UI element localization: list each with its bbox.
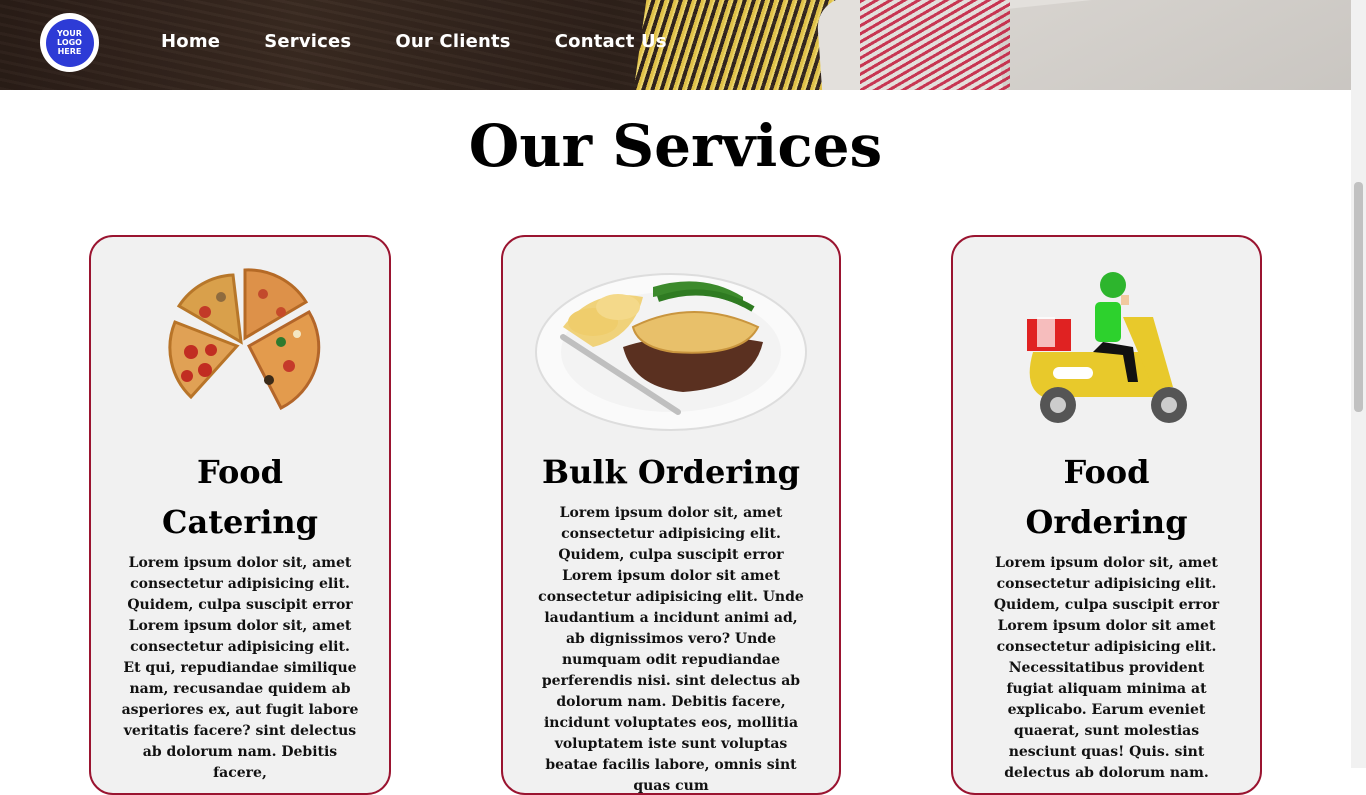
service-card-food-ordering: Food Ordering Lorem ipsum dolor sit, ame… (951, 235, 1262, 795)
pie-plate-icon (535, 273, 807, 431)
card-title: Food Ordering (1025, 453, 1188, 541)
main-nav: Home Services Our Clients Contact Us (161, 31, 711, 52)
cloth-stripe (860, 0, 1010, 90)
card-title: Food Catering (162, 453, 318, 541)
nav-contact-us[interactable]: Contact Us (555, 31, 667, 52)
service-card-food-catering: Food Catering Lorem ipsum dolor sit, ame… (89, 235, 391, 795)
scrollbar[interactable] (1351, 0, 1366, 768)
card-title: Bulk Ordering (542, 453, 800, 491)
cloth-shade (994, 0, 1351, 90)
card-description: Lorem ipsum dolor sit, amet consectetur … (121, 555, 359, 781)
nav-home[interactable]: Home (161, 31, 220, 52)
header: YOUR LOGO HERE Home Services Our Clients… (0, 0, 1351, 90)
nav-our-clients[interactable]: Our Clients (395, 31, 510, 52)
site-logo[interactable]: YOUR LOGO HERE (40, 13, 99, 72)
nav-services[interactable]: Services (264, 31, 351, 52)
scrollbar-thumb[interactable] (1354, 182, 1363, 412)
card-description: Lorem ipsum dolor sit, amet consectetur … (993, 555, 1220, 781)
delivery-scooter-icon (1027, 272, 1187, 423)
page-title: Our Services (468, 112, 883, 180)
service-card-bulk-ordering: Bulk Ordering Lorem ipsum dolor sit, ame… (501, 235, 841, 795)
card-description: Lorem ipsum dolor sit, amet consectetur … (538, 505, 804, 794)
logo-text: YOUR LOGO HERE (45, 18, 94, 67)
pizza-slices-icon (168, 268, 321, 411)
